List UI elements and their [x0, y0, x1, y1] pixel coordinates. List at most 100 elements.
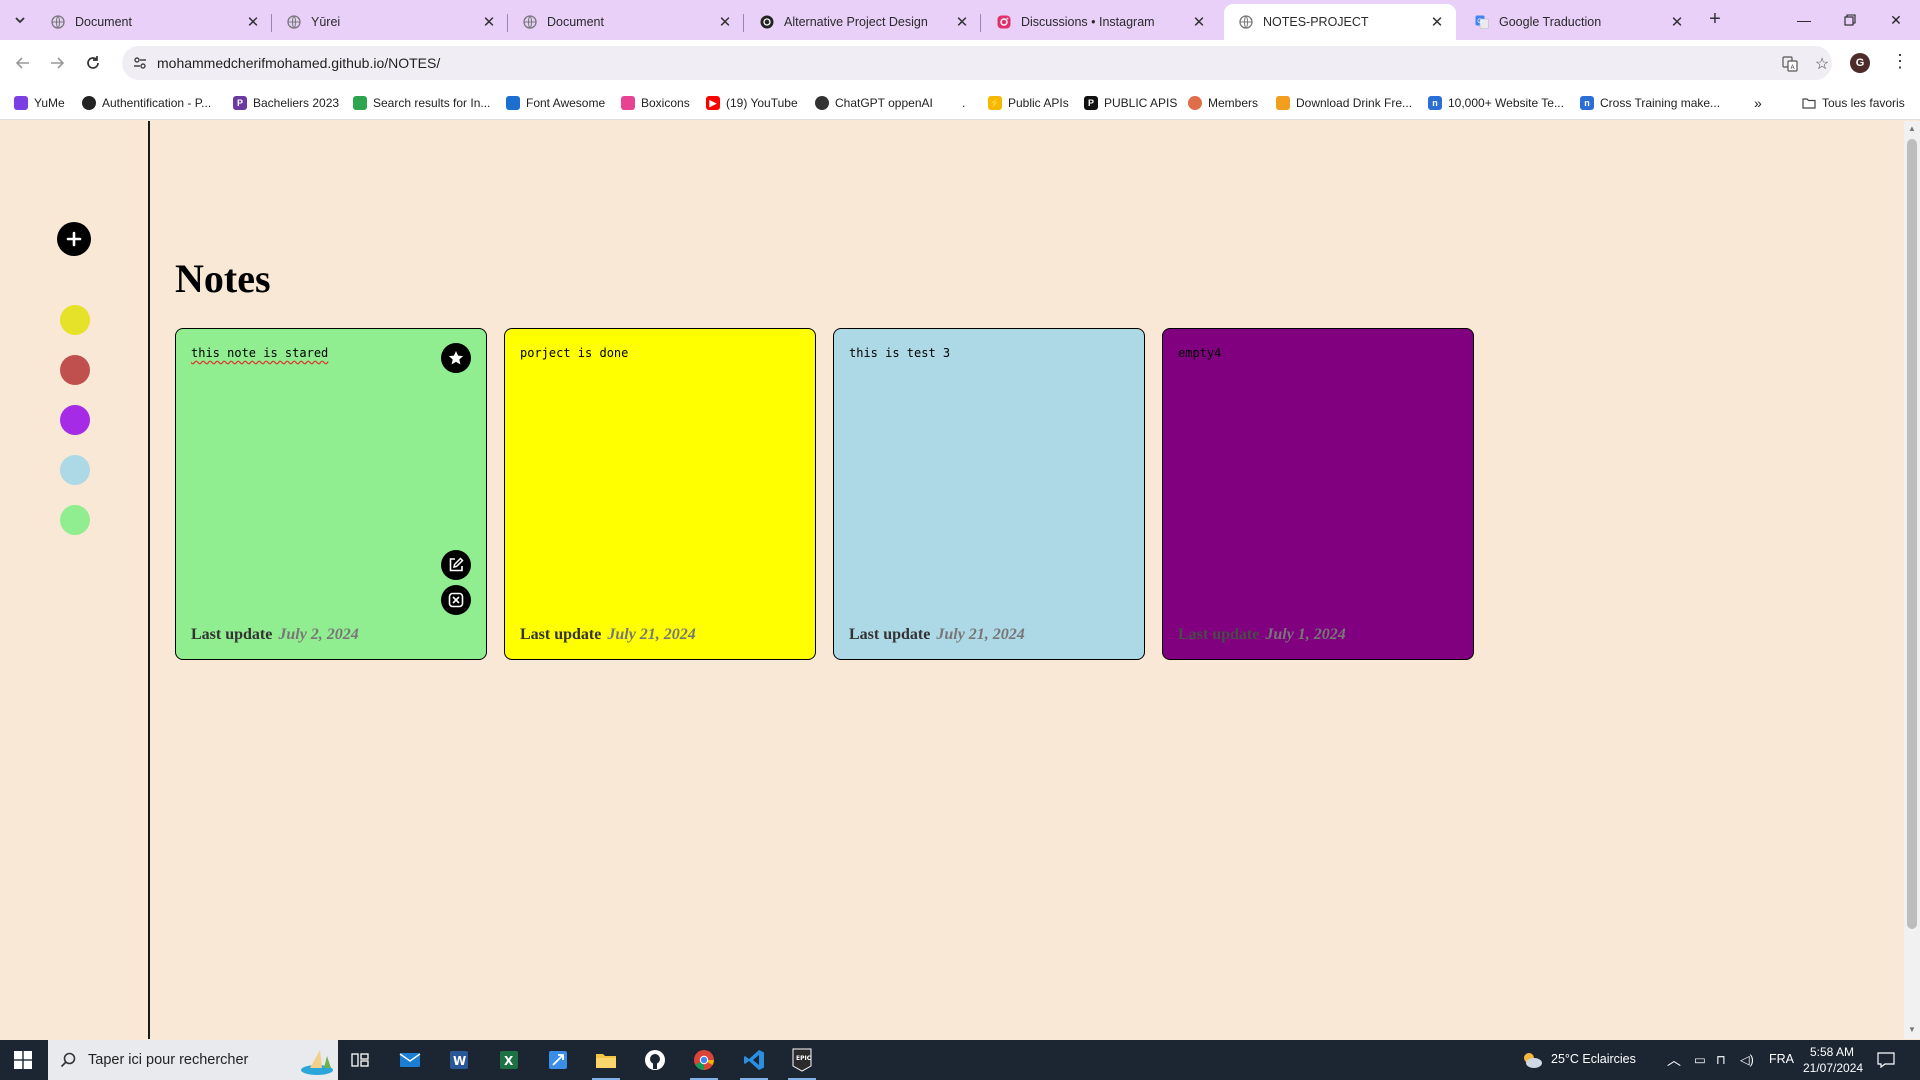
reload-icon — [87, 56, 99, 69]
bookmark-youtube[interactable]: ▶ (19) YouTube — [706, 93, 798, 113]
arrow-left-icon — [15, 57, 29, 69]
note-text[interactable]: this note is stared — [191, 346, 328, 360]
note-card[interactable]: this note is stared Last update July 2, … — [175, 328, 487, 660]
tab-instagram[interactable]: Discussions • Instagram ✕ — [982, 4, 1218, 40]
note-text[interactable]: porject is done — [520, 346, 628, 360]
restore-button[interactable] — [1827, 0, 1873, 40]
bookmark-search-results[interactable]: Search results for In... — [353, 93, 490, 113]
store-app-icon[interactable] — [544, 1046, 572, 1074]
bookmark-download-drink[interactable]: Download Drink Fre... — [1276, 93, 1412, 113]
bookmark-label: Members — [1208, 96, 1259, 110]
add-note-button[interactable] — [57, 222, 91, 256]
youtube-icon: ▶ — [706, 96, 720, 110]
taskbar-search[interactable]: Taper ici pour rechercher — [48, 1040, 338, 1080]
close-icon[interactable]: ✕ — [1428, 13, 1446, 31]
note-text[interactable]: this is test 3 — [849, 346, 950, 360]
delete-button[interactable] — [441, 585, 471, 615]
bookmark-public-apis[interactable]: ⚡ Public APIs — [988, 93, 1069, 113]
clock-date: 21/07/2024 — [1803, 1061, 1864, 1075]
close-window-button[interactable]: ✕ — [1873, 0, 1919, 40]
word-app-icon[interactable]: W — [445, 1046, 473, 1074]
delete-icon — [448, 592, 464, 608]
close-icon[interactable]: ✕ — [1190, 13, 1208, 31]
note-card[interactable]: porject is done Last update July 21, 202… — [504, 328, 816, 660]
bookmark-public-apis-2[interactable]: P PUBLIC APIS — [1084, 93, 1177, 113]
color-dot-yellow[interactable] — [60, 305, 90, 335]
color-dot-red[interactable] — [60, 355, 90, 385]
wifi-icon[interactable]: ⊓ — [1716, 1052, 1726, 1067]
instagram-icon — [996, 14, 1012, 30]
close-icon[interactable]: ✕ — [480, 13, 498, 31]
bookmark-authentification[interactable]: Authentification - P... — [82, 93, 211, 113]
note-text[interactable]: empty4 — [1178, 346, 1221, 360]
vscode-app-icon[interactable] — [740, 1046, 768, 1074]
more-bookmarks-icon[interactable]: » — [1754, 93, 1762, 113]
edit-button[interactable] — [441, 550, 471, 580]
windows-start-icon[interactable] — [9, 1046, 37, 1074]
scroll-up-icon[interactable]: ▲ — [1908, 124, 1916, 133]
color-dot-light-blue[interactable] — [60, 455, 90, 485]
network-icon[interactable]: ▭ — [1694, 1052, 1706, 1067]
star-button[interactable] — [441, 343, 471, 373]
tab-yurei[interactable]: Yūrei ✕ — [272, 4, 508, 40]
close-icon[interactable]: ✕ — [716, 13, 734, 31]
svg-text:EPIC: EPIC — [796, 1055, 812, 1062]
weather-text[interactable]: 25°C Eclaircies — [1551, 1052, 1636, 1066]
volume-icon[interactable]: ◁) — [1740, 1052, 1754, 1067]
site-settings-icon[interactable] — [132, 55, 148, 71]
notifications-icon[interactable] — [1872, 1046, 1900, 1074]
bookmark-label: PUBLIC APIS — [1104, 96, 1178, 110]
tab-search-button[interactable] — [8, 8, 32, 32]
weather-icon[interactable] — [1518, 1046, 1546, 1074]
browser-menu-icon[interactable]: ⋮ — [1890, 50, 1910, 74]
back-button[interactable] — [8, 48, 38, 78]
bookmark-font-awesome[interactable]: Font Awesome — [506, 93, 605, 113]
bookmark-label: Bacheliers 2023 — [253, 96, 340, 110]
bookmark-yume[interactable]: YuMe — [14, 93, 65, 113]
file-explorer-icon[interactable] — [592, 1046, 620, 1074]
profile-avatar[interactable]: G — [1850, 53, 1870, 73]
reload-button[interactable] — [78, 48, 108, 78]
bookmark-cross-training[interactable]: n Cross Training make... — [1580, 93, 1720, 113]
tab-title: Alternative Project Design — [784, 15, 928, 29]
epic-games-icon[interactable]: EPIC — [788, 1046, 816, 1074]
tab-document-1[interactable]: Document ✕ — [36, 4, 272, 40]
close-icon[interactable]: ✕ — [953, 13, 971, 31]
bookmark-chatgpt[interactable]: ChatGPT oppenAI — [815, 93, 933, 113]
close-icon[interactable]: ✕ — [1668, 13, 1686, 31]
scroll-thumb[interactable] — [1907, 139, 1917, 929]
bookmark-label: Authentification - P... — [102, 96, 212, 110]
excel-app-icon[interactable]: X — [495, 1046, 523, 1074]
translate-icon[interactable]: A — [1780, 54, 1800, 74]
bookmark-website-templates[interactable]: n 10,000+ Website Te... — [1428, 93, 1564, 113]
color-dot-purple[interactable] — [60, 405, 90, 435]
tab-alternative-project-design[interactable]: Alternative Project Design ✕ — [745, 4, 981, 40]
tab-document-2[interactable]: Document ✕ — [508, 4, 744, 40]
forward-button[interactable] — [42, 48, 72, 78]
tray-chevron-icon[interactable]: ︿ — [1667, 1050, 1681, 1070]
minimize-button[interactable]: — — [1781, 0, 1827, 40]
note-card[interactable]: empty4 Last update July 1, 2024 — [1162, 328, 1474, 660]
bookmark-dot[interactable]: . — [962, 93, 965, 113]
clock[interactable]: 5:58 AM 21/07/2024 — [1803, 1044, 1864, 1076]
all-bookmarks-folder[interactable]: Tous les favoris — [1802, 93, 1905, 113]
tab-google-traduction[interactable]: G Google Traduction ✕ — [1460, 4, 1696, 40]
close-icon[interactable]: ✕ — [244, 13, 262, 31]
mail-app-icon[interactable] — [396, 1046, 424, 1074]
task-view-icon[interactable] — [346, 1046, 374, 1074]
chrome-app-icon[interactable] — [690, 1046, 718, 1074]
note-meta: Last update July 21, 2024 — [849, 626, 1025, 644]
color-dot-light-green[interactable] — [60, 505, 90, 535]
new-tab-button[interactable]: + — [1703, 8, 1727, 32]
bookmark-members[interactable]: Members — [1188, 93, 1258, 113]
page-scrollbar[interactable]: ▲ ▼ — [1904, 121, 1920, 1039]
bookmark-boxicons[interactable]: Boxicons — [621, 93, 690, 113]
language-indicator[interactable]: FRA — [1769, 1052, 1794, 1066]
scroll-down-icon[interactable]: ▼ — [1908, 1025, 1916, 1034]
bookmark-bacheliers[interactable]: P Bacheliers 2023 — [233, 93, 339, 113]
bookmark-star-icon[interactable]: ☆ — [1812, 54, 1832, 74]
github-desktop-icon[interactable] — [641, 1046, 669, 1074]
tab-notes-project[interactable]: NOTES-PROJECT ✕ — [1224, 4, 1456, 40]
note-card[interactable]: this is test 3 Last update July 21, 2024 — [833, 328, 1145, 660]
address-bar[interactable]: mohammedcherifmohamed.github.io/NOTES/ A… — [122, 46, 1832, 80]
